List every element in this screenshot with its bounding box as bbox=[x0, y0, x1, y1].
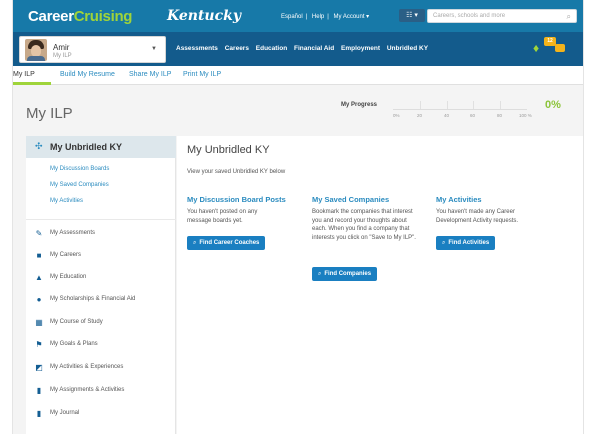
find-companies-button[interactable]: ⌕ Find Companies bbox=[312, 267, 378, 281]
chat-icon[interactable] bbox=[555, 44, 565, 52]
tab-my-ilp[interactable]: My ILP bbox=[13, 71, 35, 78]
search-icon: ⌕ bbox=[442, 240, 446, 246]
top-links: Español | Help | My Account ▾ bbox=[281, 14, 370, 20]
main-nav-bar: Amir My ILP ▼ Assessments Careers Educat… bbox=[13, 32, 583, 66]
search-icon: ⌕ bbox=[318, 271, 322, 277]
settings-icon: ✣ bbox=[35, 141, 43, 151]
help-link[interactable]: Help bbox=[312, 14, 324, 20]
sidebar-item-scholarships[interactable]: ● My Scholarships & Financial Aid bbox=[26, 291, 176, 311]
content-intro: View your saved Unbridled KY below bbox=[187, 169, 286, 175]
search-placeholder: Careers, schools and more bbox=[433, 13, 506, 19]
book-icon: ▮ bbox=[36, 409, 42, 418]
progress-percent: 0% bbox=[545, 99, 561, 111]
sidebar-item-goals[interactable]: ⚑ My Goals & Plans bbox=[26, 336, 176, 356]
discussion-posts-text: You haven't posted on any message boards… bbox=[187, 209, 258, 224]
sidebar-link-discussion-boards[interactable]: My Discussion Boards bbox=[50, 166, 109, 172]
divider bbox=[26, 219, 176, 220]
app-frame: CareerCruising Kentucky Español | Help | M… bbox=[12, 0, 584, 434]
bell-icon[interactable]: ♦ bbox=[533, 41, 539, 55]
briefcase-icon: ■ bbox=[36, 251, 42, 260]
avatar bbox=[25, 39, 47, 61]
clipboard-icon: ▮ bbox=[36, 386, 42, 395]
sidebar-header[interactable]: ✣ My Unbridled KY bbox=[26, 136, 176, 158]
sidebar-item-assignments[interactable]: ▮ My Assignments & Activities bbox=[26, 382, 176, 402]
sidebar: ✣ My Unbridled KY My Discussion Boards M… bbox=[26, 136, 176, 434]
user-name: Amir bbox=[53, 43, 70, 52]
active-tab-indicator bbox=[13, 82, 51, 85]
external-link-icon: ◩ bbox=[35, 363, 43, 372]
saved-companies-text: Bookmark the companies that interest you… bbox=[312, 209, 416, 241]
pencil-icon: ✎ bbox=[35, 229, 43, 238]
progress-bar bbox=[393, 109, 527, 110]
my-account-link[interactable]: My Account ▾ bbox=[334, 14, 370, 20]
careercruising-logo[interactable]: CareerCruising bbox=[28, 8, 132, 25]
sidebar-item-journal[interactable]: ▮ My Journal bbox=[26, 405, 176, 425]
find-activities-button[interactable]: ⌕ Find Activities bbox=[436, 236, 496, 250]
nav-unbridled-ky[interactable]: Unbridled KY bbox=[387, 45, 428, 52]
progress-label: My Progress bbox=[341, 102, 378, 108]
search-input[interactable]: Careers, schools and more ⌕ bbox=[427, 9, 577, 23]
discussion-posts-heading: My Discussion Board Posts bbox=[187, 195, 286, 204]
nav-assessments[interactable]: Assessments bbox=[176, 45, 218, 52]
user-menu[interactable]: Amir My ILP ▼ bbox=[19, 36, 166, 63]
kentucky-logo: Kentucky bbox=[167, 8, 241, 24]
find-career-coaches-button[interactable]: ⌕ Find Career Coaches bbox=[187, 236, 266, 250]
saved-companies-column: My Saved Companies Bookmark the companie… bbox=[312, 195, 432, 242]
discussion-posts-column: My Discussion Board Posts You haven't po… bbox=[187, 195, 307, 225]
progress-tick: 20 bbox=[417, 113, 423, 118]
activities-text: You haven't made any Career Development … bbox=[436, 209, 519, 224]
piggy-bank-icon: ● bbox=[36, 295, 42, 304]
tab-share-ilp[interactable]: Share My ILP bbox=[129, 71, 171, 78]
page-title: My ILP bbox=[26, 105, 73, 122]
main-nav: Assessments Careers Education Financial … bbox=[176, 45, 433, 52]
sidebar-item-assessments[interactable]: ✎ My Assessments bbox=[26, 225, 176, 245]
tab-print-ilp[interactable]: Print My ILP bbox=[183, 71, 221, 78]
progress-tick: 60 bbox=[470, 113, 476, 118]
saved-companies-heading: My Saved Companies bbox=[312, 195, 390, 204]
espanol-link[interactable]: Español bbox=[281, 14, 303, 20]
chevron-down-icon[interactable]: ▼ bbox=[151, 46, 157, 52]
grid-icon[interactable]: ☷ ▾ bbox=[399, 9, 425, 22]
sub-nav: My ILP Build My Resume Share My ILP Prin… bbox=[13, 66, 583, 85]
sidebar-link-saved-companies[interactable]: My Saved Companies bbox=[50, 182, 109, 188]
sidebar-item-activities-experiences[interactable]: ◩ My Activities & Experiences bbox=[26, 359, 176, 379]
sidebar-item-education[interactable]: ▲ My Education bbox=[26, 269, 176, 289]
tab-build-resume[interactable]: Build My Resume bbox=[60, 71, 115, 78]
graduation-cap-icon: ▲ bbox=[35, 273, 43, 282]
progress-tick: 80 bbox=[497, 113, 503, 118]
sidebar-title: My Unbridled KY bbox=[50, 142, 123, 152]
progress-tick: 0% bbox=[393, 113, 400, 118]
nav-careers[interactable]: Careers bbox=[225, 45, 249, 52]
progress-tick: 100 % bbox=[519, 113, 532, 118]
flag-icon: ⚑ bbox=[35, 340, 43, 349]
activities-column: My Activities You haven't made any Caree… bbox=[436, 195, 556, 225]
content-title: My Unbridled KY bbox=[187, 144, 270, 156]
sidebar-link-activities[interactable]: My Activities bbox=[50, 198, 83, 204]
nav-education[interactable]: Education bbox=[256, 45, 287, 52]
page-header: My ILP My Progress 0% 20 40 60 80 100 % … bbox=[13, 86, 583, 132]
search-icon: ⌕ bbox=[193, 240, 197, 246]
search-icon[interactable]: ⌕ bbox=[567, 12, 571, 22]
nav-financial-aid[interactable]: Financial Aid bbox=[294, 45, 334, 52]
progress-tick: 40 bbox=[444, 113, 450, 118]
sidebar-item-careers[interactable]: ■ My Careers bbox=[26, 247, 176, 267]
activities-heading: My Activities bbox=[436, 195, 482, 204]
sidebar-item-course-of-study[interactable]: ▦ My Course of Study bbox=[26, 314, 176, 334]
main-content: My Unbridled KY View your saved Unbridle… bbox=[177, 136, 583, 434]
table-icon: ▦ bbox=[35, 318, 43, 327]
nav-employment[interactable]: Employment bbox=[341, 45, 380, 52]
user-subtitle: My ILP bbox=[53, 53, 72, 59]
top-bar: CareerCruising Kentucky Español | Help | M… bbox=[13, 0, 583, 32]
